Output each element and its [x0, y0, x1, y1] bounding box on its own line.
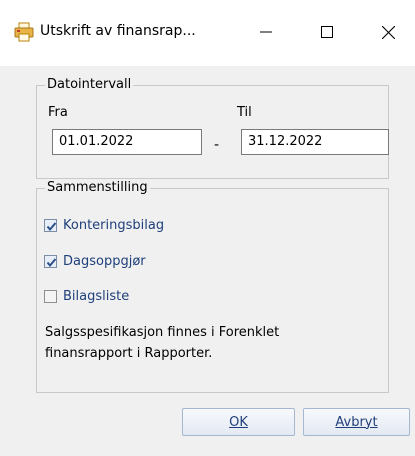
window-title: Utskrift av finansrap... [40, 23, 196, 39]
from-date-field[interactable]: 01.01.2022 [52, 129, 202, 155]
minimize-icon [260, 31, 272, 33]
close-icon [381, 25, 395, 39]
maximize-button[interactable] [304, 14, 350, 50]
to-label: Til [237, 105, 252, 120]
ok-button[interactable]: OK [182, 408, 295, 436]
info-text: Salgsspesifikasjon finnes i Forenklet fi… [45, 322, 375, 364]
checkbox[interactable] [44, 290, 57, 303]
cancel-button[interactable]: Avbryt [303, 408, 410, 436]
checkbox-label: Bilagsliste [63, 289, 130, 304]
date-separator: - [214, 137, 220, 153]
close-button[interactable] [365, 14, 411, 50]
maximize-icon [321, 26, 333, 38]
info-line-1: Salgsspesifikasjon finnes i Forenklet [45, 325, 280, 340]
checkbox-konteringsbilag[interactable]: Konteringsbilag [44, 218, 164, 233]
to-date-field[interactable]: 31.12.2022 [241, 129, 389, 155]
checkbox-dagsoppgjor[interactable]: Dagsoppgjør [44, 254, 146, 269]
date-interval-legend: Datointervall [45, 77, 134, 92]
checkbox[interactable] [44, 219, 57, 232]
print-dialog-window: Utskrift av finansrap... Datointervall F… [0, 0, 415, 456]
checkbox-label: Dagsoppgjør [63, 254, 146, 269]
checkbox-bilagsliste[interactable]: Bilagsliste [44, 289, 129, 304]
ok-button-label: OK [229, 414, 248, 430]
from-label: Fra [48, 105, 68, 120]
checkbox-label: Konteringsbilag [63, 218, 165, 233]
cancel-button-label: Avbryt [335, 414, 378, 430]
summary-legend: Sammenstilling [45, 180, 150, 195]
title-bar[interactable]: Utskrift av finansrap... [0, 0, 415, 66]
printer-icon [14, 22, 34, 42]
info-line-2: finansrapport i Rapporter. [45, 346, 213, 361]
checkmark-icon [46, 258, 57, 268]
checkbox[interactable] [44, 255, 57, 268]
checkmark-icon [46, 222, 57, 232]
minimize-button[interactable] [243, 14, 289, 50]
